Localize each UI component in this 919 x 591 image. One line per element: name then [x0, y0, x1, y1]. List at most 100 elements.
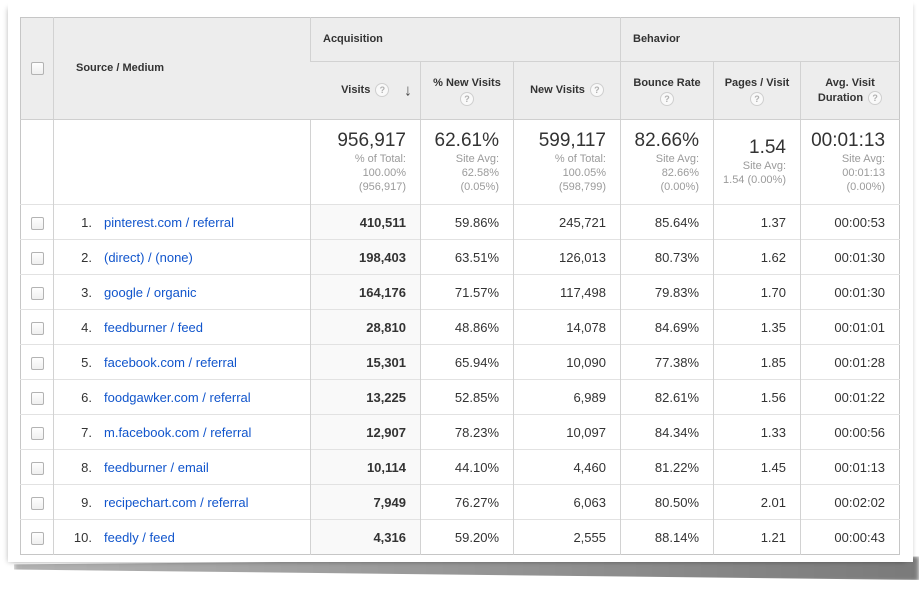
source-cell: 6. foodgawker.com / referral [54, 380, 311, 415]
new-visits-cell: 10,097 [514, 415, 621, 450]
bounce-rate-cell: 81.22% [621, 450, 714, 485]
avg-duration-cell: 00:00:56 [801, 415, 900, 450]
new-visits-label: New Visits [530, 84, 585, 96]
help-icon[interactable]: ? [375, 83, 389, 97]
avg-duration-label: Avg. Visit Duration [818, 77, 875, 104]
row-select-cell [21, 450, 54, 485]
table-row: 4.feedburner / feed 28,810 48.86% 14,078… [21, 310, 900, 345]
visits-cell: 10,114 [311, 450, 421, 485]
row-checkbox[interactable] [31, 497, 44, 510]
pages-visit-cell: 1.70 [714, 275, 801, 310]
new-visits-cell: 126,013 [514, 240, 621, 275]
column-header-new-visits[interactable]: New Visits? [514, 62, 621, 120]
column-header-bounce-rate[interactable]: Bounce Rate ? [621, 62, 714, 120]
bounce-rate-cell: 84.69% [621, 310, 714, 345]
source-medium-link[interactable]: foodgawker.com / referral [104, 390, 251, 405]
visits-cell: 12,907 [311, 415, 421, 450]
summary-pages-visit-value: 1.54 [714, 137, 786, 159]
new-visits-cell: 4,460 [514, 450, 621, 485]
bounce-rate-cell: 84.34% [621, 415, 714, 450]
help-icon[interactable]: ? [660, 92, 674, 106]
pages-visit-cell: 1.45 [714, 450, 801, 485]
column-header-pct-new-visits[interactable]: % New Visits ? [421, 62, 514, 120]
summary-visits-detail: % of Total:100.00%(956,917) [311, 152, 406, 194]
pct-new-visits-cell: 44.10% [421, 450, 514, 485]
help-icon[interactable]: ? [590, 83, 604, 97]
table-row: 7.m.facebook.com / referral 12,907 78.23… [21, 415, 900, 450]
source-medium-link[interactable]: google / organic [104, 285, 197, 300]
source-medium-link[interactable]: facebook.com / referral [104, 355, 237, 370]
bounce-rate-cell: 79.83% [621, 275, 714, 310]
source-medium-link[interactable]: feedly / feed [104, 530, 175, 545]
pages-visit-cell: 1.62 [714, 240, 801, 275]
column-header-pages-visit[interactable]: Pages / Visit ? [714, 62, 801, 120]
visits-cell: 7,949 [311, 485, 421, 520]
visits-cell: 198,403 [311, 240, 421, 275]
help-icon[interactable]: ? [868, 91, 882, 105]
row-checkbox[interactable] [31, 357, 44, 370]
summary-sub-line: (0.00%) [621, 180, 699, 194]
source-cell: 9.recipechart.com / referral [54, 485, 311, 520]
pct-new-visits-cell: 71.57% [421, 275, 514, 310]
summary-avg-duration-cell: 00:01:13 Site Avg:00:01:13(0.00%) [801, 120, 900, 205]
column-header-source-medium[interactable]: Source / Medium [54, 18, 311, 120]
totals-select-cell [21, 120, 54, 205]
row-checkbox[interactable] [31, 392, 44, 405]
visits-cell: 164,176 [311, 275, 421, 310]
source-medium-link[interactable]: feedburner / feed [104, 320, 203, 335]
source-cell: 8.feedburner / email [54, 450, 311, 485]
source-medium-link[interactable]: pinterest.com / referral [104, 215, 234, 230]
pages-visit-cell: 1.21 [714, 520, 801, 555]
source-medium-link[interactable]: feedburner / email [104, 460, 209, 475]
row-checkbox[interactable] [31, 217, 44, 230]
help-icon[interactable]: ? [460, 92, 474, 106]
source-cell: 7. m.facebook.com / referral [54, 415, 311, 450]
summary-pct-new-visits-detail: Site Avg:62.58%(0.05%) [421, 152, 499, 194]
row-rank: 7. [66, 425, 92, 440]
summary-sub-line: 100.05% [514, 166, 606, 180]
bounce-rate-cell: 82.61% [621, 380, 714, 415]
column-header-visits[interactable]: Visits? ↓ [311, 62, 421, 120]
summary-pct-new-visits-value: 62.61% [421, 130, 499, 152]
summary-avg-duration-value: 00:01:13 [801, 130, 885, 152]
row-rank: 6. [66, 390, 92, 405]
avg-duration-cell: 00:01:30 [801, 240, 900, 275]
row-checkbox[interactable] [31, 322, 44, 335]
row-rank: 5. [66, 355, 92, 370]
avg-duration-cell: 00:01:30 [801, 275, 900, 310]
row-select-cell [21, 240, 54, 275]
report-sheet: Source / Medium Acquisition Behavior Vis… [8, 0, 913, 562]
group-header-behavior: Behavior [621, 18, 900, 62]
column-header-avg-duration[interactable]: Avg. Visit Duration? [801, 62, 900, 120]
table-body: 1.pinterest.com / referral 410,511 59.86… [21, 205, 900, 555]
row-checkbox[interactable] [31, 252, 44, 265]
visits-label: Visits [341, 84, 370, 96]
select-all-checkbox[interactable] [31, 62, 44, 75]
help-icon[interactable]: ? [750, 92, 764, 106]
row-rank: 1. [66, 215, 92, 230]
source-medium-link[interactable]: (direct) / (none) [104, 250, 193, 265]
sort-descending-icon[interactable]: ↓ [404, 83, 412, 98]
source-medium-link[interactable]: m.facebook.com / referral [104, 425, 251, 440]
row-rank: 4. [66, 320, 92, 335]
visits-cell: 4,316 [311, 520, 421, 555]
row-checkbox[interactable] [31, 287, 44, 300]
bounce-rate-cell: 85.64% [621, 205, 714, 240]
row-checkbox[interactable] [31, 427, 44, 440]
summary-sub-line: Site Avg: [714, 159, 786, 173]
new-visits-cell: 6,063 [514, 485, 621, 520]
pages-visit-cell: 1.37 [714, 205, 801, 240]
summary-sub-line: Site Avg: [801, 152, 885, 166]
summary-new-visits-cell: 599,117 % of Total:100.05%(598,799) [514, 120, 621, 205]
row-checkbox[interactable] [31, 532, 44, 545]
row-select-cell [21, 520, 54, 555]
group-header-acquisition: Acquisition [311, 18, 621, 62]
source-medium-link[interactable]: recipechart.com / referral [104, 495, 249, 510]
summary-sub-line: 82.66% [621, 166, 699, 180]
pct-new-visits-cell: 48.86% [421, 310, 514, 345]
pct-new-visits-cell: 59.86% [421, 205, 514, 240]
pct-new-visits-cell: 76.27% [421, 485, 514, 520]
row-checkbox[interactable] [31, 462, 44, 475]
table-row: 2.(direct) / (none) 198,403 63.51% 126,0… [21, 240, 900, 275]
new-visits-cell: 10,090 [514, 345, 621, 380]
